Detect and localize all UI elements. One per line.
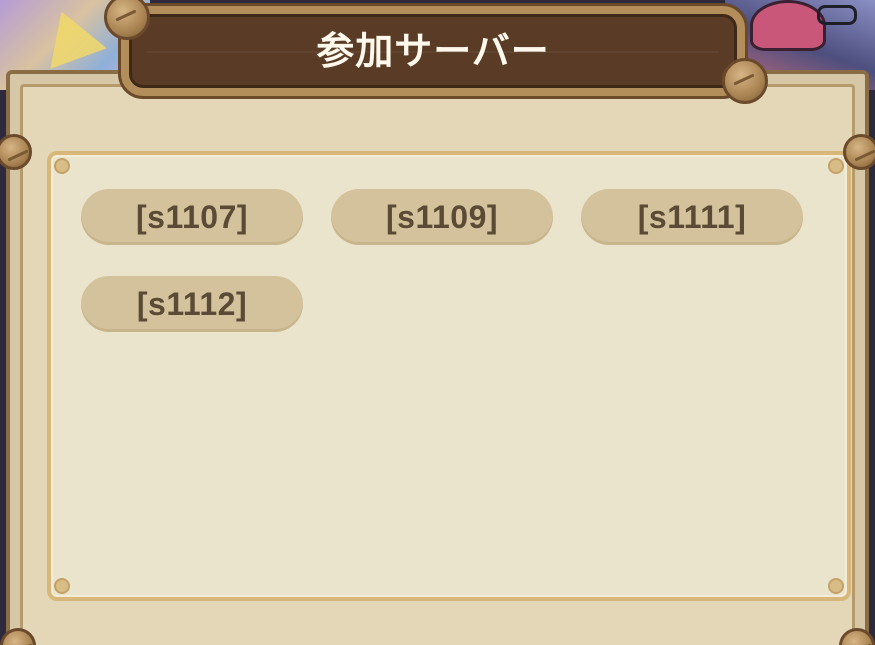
- server-list-box: [s1107] [s1109] [s1111] [s1112]: [47, 151, 851, 601]
- server-button-s1107[interactable]: [s1107]: [81, 189, 303, 245]
- server-grid: [s1107] [s1109] [s1111] [s1112]: [81, 189, 803, 332]
- corner-stud-icon: [54, 578, 70, 594]
- server-dialog: [s1107] [s1109] [s1111] [s1112]: [0, 70, 875, 645]
- corner-stud-icon: [828, 578, 844, 594]
- star-decoration-icon: [33, 1, 107, 69]
- server-button-s1109[interactable]: [s1109]: [331, 189, 553, 245]
- corner-stud-icon: [54, 158, 70, 174]
- title-plaque: 参加サーバー: [121, 6, 745, 96]
- plaque-knob-icon: [722, 58, 768, 104]
- chain-decoration-icon: [817, 5, 857, 25]
- dialog-inner-frame: [s1107] [s1109] [s1111] [s1112]: [20, 84, 855, 645]
- frame-knob-icon: [843, 134, 875, 170]
- server-button-s1111[interactable]: [s1111]: [581, 189, 803, 245]
- character-hat-icon: [750, 0, 826, 51]
- corner-stud-icon: [828, 158, 844, 174]
- dialog-title: 参加サーバー: [316, 28, 550, 73]
- server-button-s1112[interactable]: [s1112]: [81, 276, 303, 332]
- game-screen: [s1107] [s1109] [s1111] [s1112] 参加サーバー: [0, 0, 875, 645]
